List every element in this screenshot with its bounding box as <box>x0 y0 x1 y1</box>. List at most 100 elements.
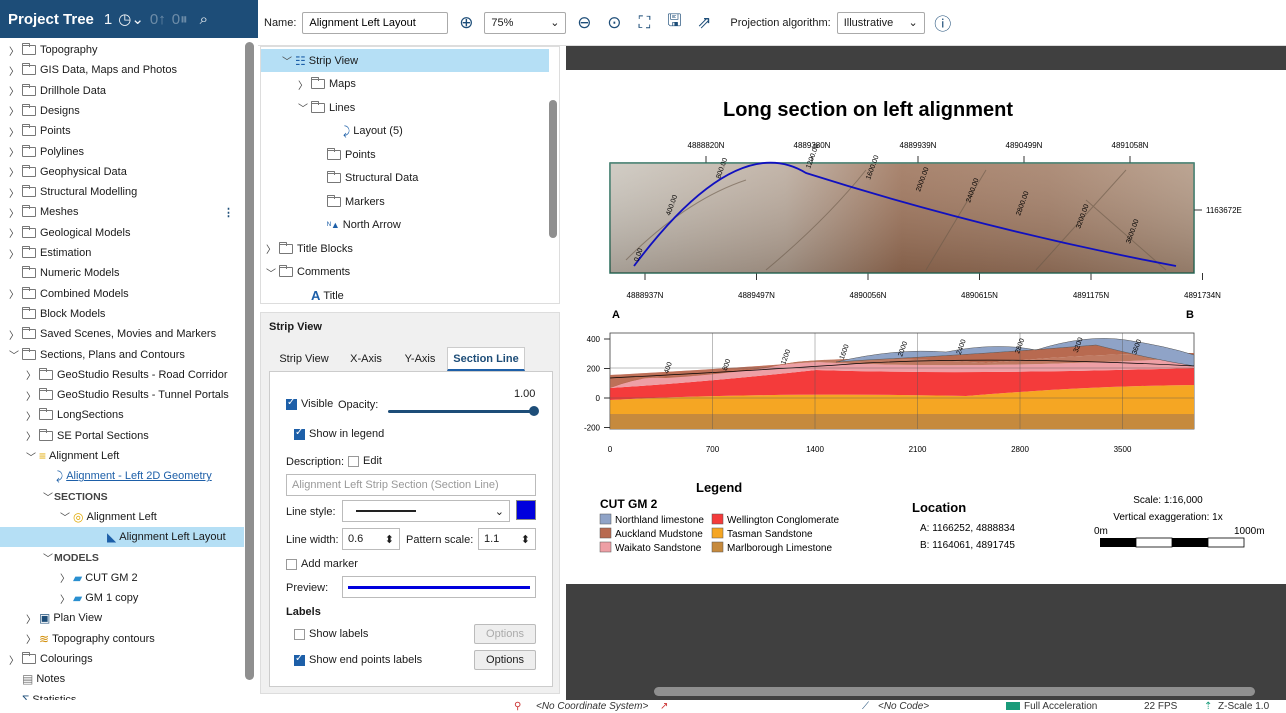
tree-item[interactable]: Numeric Models <box>0 263 244 283</box>
chevron-down-icon[interactable]: ﹀ <box>25 449 37 464</box>
tree-item[interactable]: 〉 ▰ GM 1 copy <box>0 588 244 608</box>
zoom-out-icon[interactable]: ⊖ <box>572 13 596 33</box>
tree-item[interactable]: ﹀ ≡ Alignment Left <box>0 446 244 466</box>
chevron-down-icon[interactable]: ﹀ <box>265 265 277 280</box>
chevron-right-icon[interactable]: 〉 <box>8 103 20 118</box>
tab-strip-view[interactable]: Strip View <box>269 347 339 371</box>
tree-item[interactable]: 〉 SE Portal Sections <box>0 426 244 446</box>
show-legend-checkbox[interactable]: Show in legend <box>294 427 384 440</box>
chevron-down-icon[interactable]: ﹀ <box>281 53 293 68</box>
tree-item[interactable]: 〉 Structural Modelling <box>0 182 244 202</box>
layout-tree-item[interactable]: Markers <box>261 190 549 213</box>
tree-item[interactable]: 〉 ▣ Plan View <box>0 608 244 628</box>
show-end-labels-checkbox[interactable]: Show end points labels <box>294 653 422 666</box>
chevron-right-icon[interactable]: 〉 <box>297 77 309 92</box>
tree-item[interactable]: ⤸ Alignment - Left 2D Geometry <box>0 466 244 486</box>
chevron-right-icon[interactable]: 〉 <box>265 241 277 256</box>
tree-item[interactable]: 〉 Meshes ⋮ <box>0 202 244 222</box>
chevron-right-icon[interactable]: 〉 <box>25 631 37 646</box>
projection-select[interactable]: Illustrative ⌄ <box>836 11 925 34</box>
name-input[interactable] <box>302 11 449 34</box>
pattern-scale-stepper[interactable]: 1.1 ⬍ <box>478 528 536 550</box>
help-icon[interactable]: ⓘ <box>931 10 955 35</box>
tree-item[interactable]: Block Models <box>0 304 244 324</box>
tree-item[interactable]: 〉 GeoStudio Results - Road Corridor <box>0 365 244 385</box>
end-labels-options-button[interactable]: Options <box>474 650 536 670</box>
export-icon[interactable]: ⇗ <box>692 13 716 33</box>
tree-item[interactable]: 〉 LongSections <box>0 405 244 425</box>
chevron-right-icon[interactable]: 〉 <box>25 408 37 423</box>
tree-item[interactable]: ﹀ SECTIONS <box>0 487 244 507</box>
zoom-fit-icon[interactable]: ⛶ <box>632 13 656 33</box>
tab-x-axis[interactable]: X-Axis <box>341 347 391 371</box>
chevron-right-icon[interactable]: 〉 <box>8 327 20 342</box>
opacity-slider[interactable] <box>388 410 534 413</box>
layout-tree-item[interactable]: A Title <box>261 284 549 307</box>
line-style-select[interactable]: ⌄ <box>342 500 510 522</box>
tree-item[interactable]: 〉 Estimation <box>0 243 244 263</box>
chevron-right-icon[interactable]: 〉 <box>8 164 20 179</box>
chevron-right-icon[interactable]: 〉 <box>8 286 20 301</box>
chevron-down-icon[interactable]: ﹀ <box>42 489 54 504</box>
layout-tree-item[interactable]: ﹀ Comments <box>261 261 549 284</box>
tree-item[interactable]: ▤ Notes <box>0 669 244 689</box>
tree-item[interactable]: ﹀ MODELS <box>0 548 244 568</box>
zoom-select[interactable]: 75% ⌄ <box>484 11 567 34</box>
project-tree-scrollbar[interactable] <box>245 42 254 680</box>
tree-item[interactable]: 〉 Designs <box>0 101 244 121</box>
show-labels-checkbox[interactable]: Show labels <box>294 628 368 640</box>
chevron-down-icon[interactable]: ﹀ <box>59 509 71 524</box>
zoom-actual-icon[interactable]: ⊙ <box>602 13 626 33</box>
opacity-slider-handle[interactable] <box>529 406 539 416</box>
chevron-right-icon[interactable]: 〉 <box>25 428 37 443</box>
edit-checkbox[interactable]: Edit <box>348 455 382 467</box>
tree-item[interactable]: Σ Statistics <box>0 690 244 700</box>
tree-item[interactable]: 〉 Geophysical Data <box>0 162 244 182</box>
layout-tree-item[interactable]: ᴺ▲ North Arrow <box>261 214 549 237</box>
tree-item[interactable]: 〉 GeoStudio Results - Tunnel Portals <box>0 385 244 405</box>
tree-item[interactable]: ﹀ Sections, Plans and Contours <box>0 345 244 365</box>
chevron-right-icon[interactable]: 〉 <box>8 246 20 261</box>
tree-item[interactable]: 〉 Points <box>0 121 244 141</box>
tree-item[interactable]: 〉 Topography <box>0 40 244 60</box>
save-icon[interactable]: 🖫 <box>662 8 686 37</box>
chevron-right-icon[interactable]: 〉 <box>59 591 71 606</box>
layout-tree-item[interactable]: ﹀ Lines <box>261 96 549 119</box>
chevron-right-icon[interactable]: 〉 <box>8 63 20 78</box>
visible-checkbox[interactable]: Visible <box>286 397 333 410</box>
chevron-down-icon[interactable]: ﹀ <box>297 100 309 115</box>
layout-sheet[interactable]: Long section on left alignment 4888820N 4… <box>566 70 1286 584</box>
tab-y-axis[interactable]: Y-Axis <box>395 347 445 371</box>
line-width-stepper[interactable]: 0.6 ⬍ <box>342 528 400 550</box>
layout-tree-item[interactable]: ﹀ ☷ Strip View <box>261 49 549 72</box>
chevron-right-icon[interactable]: 〉 <box>8 43 20 58</box>
layout-tree-item[interactable]: ⤸ Layout (5) <box>261 120 549 143</box>
chevron-right-icon[interactable]: 〉 <box>25 611 37 626</box>
tree-item[interactable]: 〉 GIS Data, Maps and Photos <box>0 60 244 80</box>
chevron-right-icon[interactable]: 〉 <box>8 185 20 200</box>
tree-item[interactable]: ﹀ ◎ Alignment Left <box>0 507 244 527</box>
chevron-right-icon[interactable]: 〉 <box>8 144 20 159</box>
zoom-in-icon[interactable]: ⊕ <box>454 13 478 33</box>
tree-item[interactable]: 〉 Drillhole Data <box>0 81 244 101</box>
tree-item[interactable]: 〉 Combined Models <box>0 284 244 304</box>
tree-item[interactable]: 〉 ▰ CUT GM 2 <box>0 568 244 588</box>
canvas-horizontal-scrollbar[interactable] <box>654 687 1255 696</box>
coordinate-system[interactable]: <No Coordinate System> <box>536 701 648 712</box>
add-marker-checkbox[interactable]: Add marker <box>286 558 358 570</box>
chevron-right-icon[interactable]: 〉 <box>59 570 71 585</box>
clock-history-icon[interactable]: ◷⌄ <box>118 10 144 28</box>
chevron-right-icon[interactable]: 〉 <box>8 205 20 220</box>
chevron-right-icon[interactable]: 〉 <box>8 83 20 98</box>
chevron-right-icon[interactable]: 〉 <box>25 388 37 403</box>
layout-tree-item[interactable]: Structural Data <box>261 167 549 190</box>
description-field[interactable]: Alignment Left Strip Section (Section Li… <box>286 474 536 496</box>
tree-item[interactable]: 〉 ≋ Topography contours <box>0 629 244 649</box>
tree-item[interactable]: 〉 Geological Models <box>0 223 244 243</box>
line-color-swatch[interactable] <box>516 500 536 520</box>
tab-section-line[interactable]: Section Line <box>447 347 525 371</box>
code-value[interactable]: <No Code> <box>878 701 929 712</box>
tree-item[interactable]: 〉 Colourings <box>0 649 244 669</box>
tree-item[interactable]: 〉 Polylines <box>0 142 244 162</box>
chevron-right-icon[interactable]: 〉 <box>8 652 20 667</box>
